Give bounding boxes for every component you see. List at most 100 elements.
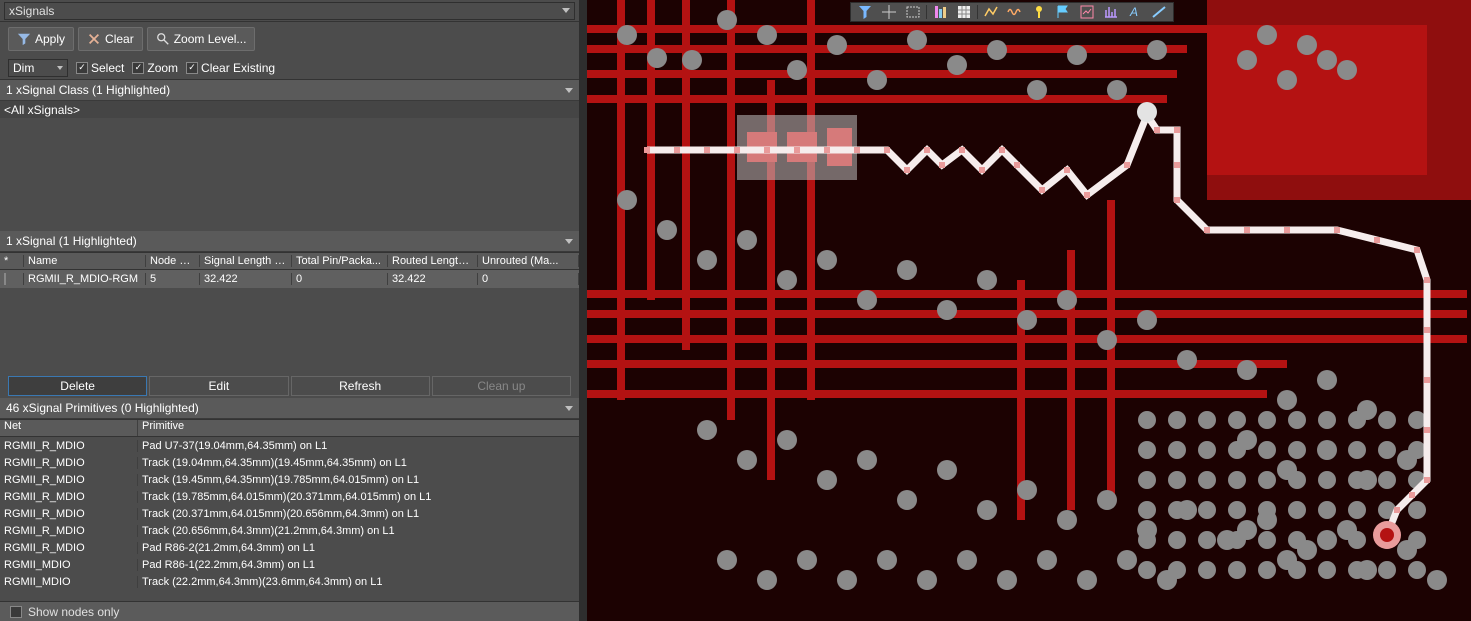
wave-icon[interactable] [1003,3,1027,21]
cell-primitive: Pad R86-1(22.2mm,64.3mm) on L1 [138,559,579,571]
magnifier-icon [156,32,170,46]
chevron-down-icon [57,66,63,70]
crosshair-icon[interactable] [877,3,901,21]
cell-net: RGMII_MDIO [0,576,138,588]
cell-net: RGMII_R_MDIO [0,525,138,537]
list-item[interactable]: <All xSignals> [0,101,579,118]
cell-net: RGMII_R_MDIO [0,457,138,469]
cell-signal-length: 32.422 [200,273,292,285]
show-nodes-checkbox[interactable] [10,606,22,618]
row-checkbox[interactable] [4,273,6,285]
table-row[interactable]: RGMII_MDIOPad R86-1(22.2mm,64.3mm) on L1 [0,556,579,573]
zoom-label: Zoom [147,61,178,75]
xsignal-class-list[interactable]: <All xSignals> [0,101,579,231]
delete-button[interactable]: Delete [8,376,147,396]
primitives-header: 46 xSignal Primitives (0 Highlighted) [0,398,579,419]
align-icon[interactable] [928,3,952,21]
xsignal-header: 1 xSignal (1 Highlighted) [0,231,579,252]
pcb-toolbar: A [850,2,1174,22]
xsignal-class-header: 1 xSignal Class (1 Highlighted) [0,80,579,101]
table-row[interactable]: RGMII_R_MDIO-RGM 5 32.422 0 32.422 0 [0,270,579,288]
edit-button[interactable]: Edit [149,376,288,396]
zoom-checkbox[interactable]: ✓ Zoom [132,61,178,75]
chevron-down-icon [562,8,570,13]
line-icon[interactable] [1147,3,1171,21]
funnel-icon [17,32,31,46]
filter-options-row: Dim ✓ Select ✓ Zoom ✓ Clear Existing [0,56,579,80]
primitives-list[interactable]: RGMII_R_MDIOPad U7-37(19.04mm,64.35mm) o… [0,437,579,601]
panel-title-row: xSignals [0,0,579,22]
col-name[interactable]: Name [24,255,146,267]
panel-title: xSignals [9,4,54,18]
cell-net: RGMII_R_MDIO [0,508,138,520]
panel-toolbar: Apply Clear Zoom Level... [0,22,579,56]
cell-node: 5 [146,273,200,285]
table-row[interactable]: RGMII_R_MDIOPad U7-37(19.04mm,64.35mm) o… [0,437,579,454]
flag-icon[interactable] [1051,3,1075,21]
chevron-down-icon [565,88,573,93]
cleanup-button: Clean up [432,376,571,396]
cell-net: RGMII_MDIO [0,559,138,571]
route-icon[interactable] [979,3,1003,21]
table-row[interactable]: RGMII_R_MDIOPad R86-2(21.2mm,64.3mm) on … [0,539,579,556]
pcb-canvas[interactable]: A [587,0,1471,621]
cell-primitive: Track (19.04mm,64.35mm)(19.45mm,64.35mm)… [138,457,579,469]
select-label: Select [91,61,124,75]
col-net[interactable]: Net [0,420,138,436]
checkbox-icon: ✓ [186,62,198,74]
table-row[interactable]: RGMII_R_MDIOTrack (19.04mm,64.35mm)(19.4… [0,454,579,471]
cell-name: RGMII_R_MDIO-RGM [24,273,146,285]
filter-icon[interactable] [853,3,877,21]
separator [977,5,978,19]
zoom-level-button[interactable]: Zoom Level... [147,27,256,51]
checkbox-icon: ✓ [132,62,144,74]
col-unrouted[interactable]: Unrouted (Ma... [478,255,579,267]
cell-net: RGMII_R_MDIO [0,542,138,554]
pin-icon[interactable] [1027,3,1051,21]
xsignal-title: 1 xSignal (1 Highlighted) [6,234,137,248]
xsignal-actions: Delete Edit Refresh Clean up [0,372,579,398]
panel-select[interactable]: xSignals [4,2,575,20]
col-primitive[interactable]: Primitive [138,420,579,436]
table-row[interactable]: RGMII_R_MDIOTrack (19.45mm,64.35mm)(19.7… [0,471,579,488]
panel-bottom: Show nodes only [0,601,579,621]
col-routed-length[interactable]: Routed Length(... [388,255,478,267]
chevron-down-icon [565,406,573,411]
panel-splitter[interactable] [579,0,587,621]
col-star[interactable]: * [0,255,24,267]
table-row[interactable]: RGMII_MDIOTrack (22.2mm,64.3mm)(23.6mm,6… [0,573,579,590]
refresh-button[interactable]: Refresh [291,376,430,396]
chevron-down-icon [565,239,573,244]
cell-primitive: Track (19.45mm,64.35mm)(19.785mm,64.015m… [138,474,579,486]
pcb-render [587,0,1471,621]
clear-button[interactable]: Clear [78,27,143,51]
clear-icon [87,32,101,46]
select-rect-icon[interactable] [901,3,925,21]
clear-existing-checkbox[interactable]: ✓ Clear Existing [186,61,275,75]
xsignal-class-title: 1 xSignal Class (1 Highlighted) [6,83,170,97]
table-row[interactable]: RGMII_R_MDIOTrack (19.785mm,64.015mm)(20… [0,488,579,505]
apply-label: Apply [35,32,65,46]
show-nodes-label: Show nodes only [28,605,119,619]
cell-net: RGMII_R_MDIO [0,491,138,503]
col-signal-length[interactable]: Signal Length (... [200,255,292,267]
text-icon[interactable]: A [1123,3,1147,21]
primitives-table-header: Net Primitive [0,419,579,437]
separator [926,5,927,19]
dim-combo[interactable]: Dim [8,59,68,77]
grid-icon[interactable] [952,3,976,21]
svg-text:A: A [1129,5,1138,19]
xsignal-table-body[interactable]: RGMII_R_MDIO-RGM 5 32.422 0 32.422 0 [0,270,579,372]
select-checkbox[interactable]: ✓ Select [76,61,124,75]
col-node[interactable]: Node C... [146,255,200,267]
checkbox-icon: ✓ [76,62,88,74]
chart-icon[interactable] [1075,3,1099,21]
table-row[interactable]: RGMII_R_MDIOTrack (20.656mm,64.3mm)(21.2… [0,522,579,539]
table-row[interactable]: RGMII_R_MDIOTrack (20.371mm,64.015mm)(20… [0,505,579,522]
cell-primitive: Track (20.656mm,64.3mm)(21.2mm,64.3mm) o… [138,525,579,537]
apply-button[interactable]: Apply [8,27,74,51]
cell-primitive: Pad U7-37(19.04mm,64.35mm) on L1 [138,440,579,452]
plot-icon[interactable] [1099,3,1123,21]
cell-primitive: Pad R86-2(21.2mm,64.3mm) on L1 [138,542,579,554]
col-total-pin[interactable]: Total Pin/Packa... [292,255,388,267]
